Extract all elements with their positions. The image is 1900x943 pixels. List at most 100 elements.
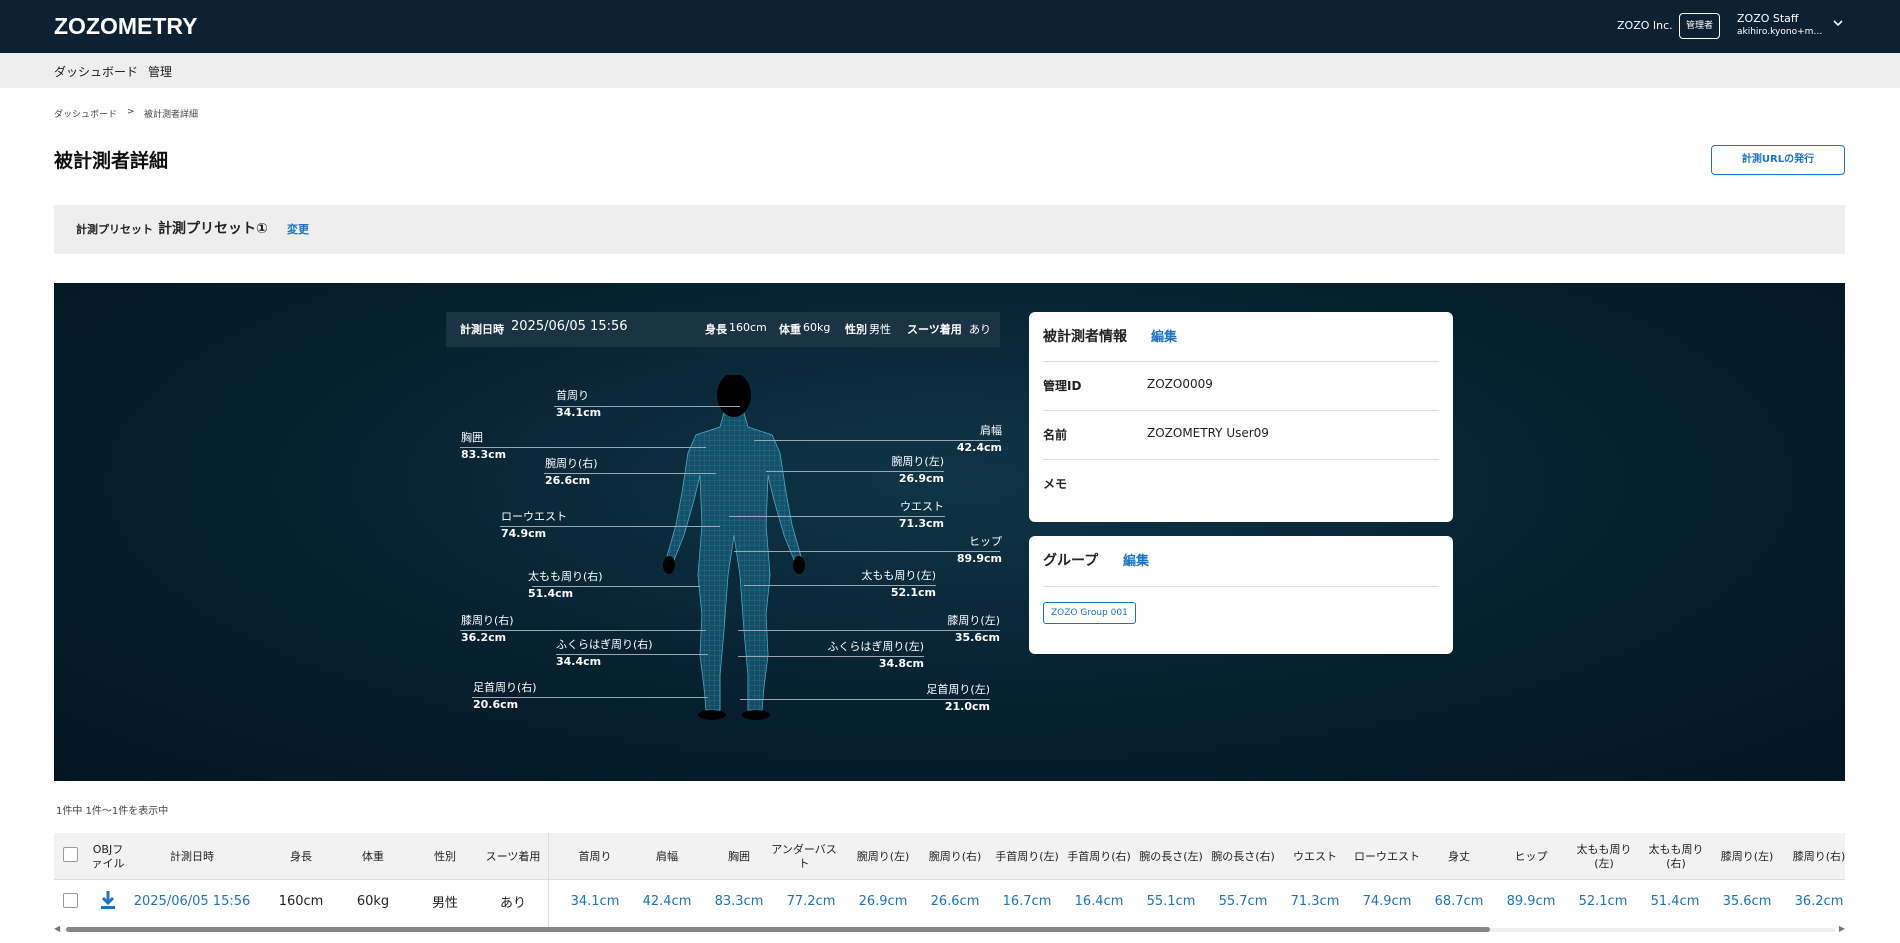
col-hip[interactable]: ヒップ (1495, 833, 1567, 880)
page-title: 被計測者詳細 (54, 150, 169, 172)
cell-weight: 60kg (356, 893, 390, 909)
cell-arm-r[interactable]: 26.6cm (919, 891, 991, 911)
label-knee-r: 膝周り(右) 36.2cm (461, 614, 514, 644)
cell-knee-l[interactable]: 35.6cm (1711, 891, 1783, 911)
col-weight[interactable]: 体重 (333, 833, 413, 880)
table-scrollbar[interactable]: ◀ ▶ (54, 924, 1845, 934)
cell-body-length[interactable]: 68.7cm (1423, 891, 1495, 911)
label-neck: 首周り 34.1cm (556, 389, 602, 419)
cell-shoulder[interactable]: 42.4cm (631, 891, 703, 911)
subject-info-card: 被計測者情報 編集 管理ID ZOZO0009 名前 ZOZOMETRY Use… (1029, 312, 1453, 522)
cell-arm-l[interactable]: 26.9cm (847, 891, 919, 911)
cell-date[interactable]: 2025/06/05 15:56 (134, 891, 251, 911)
divider (1043, 586, 1439, 587)
col-armlen-l[interactable]: 腕の長さ(左) (1135, 833, 1207, 880)
user-name[interactable]: ZOZO Staff (1737, 12, 1799, 25)
col-wrist-r[interactable]: 手首周り(右) (1063, 833, 1135, 880)
preset-change-link[interactable]: 変更 (287, 221, 309, 237)
preset-bar: 計測プリセット 計測プリセット① 変更 (54, 205, 1845, 254)
measurement-table: OBJファイル 計測日時 身長 体重 性別 スーツ着用 首周り 肩幅 胸囲 アン… (54, 833, 1845, 928)
col-body-length[interactable]: 身丈 (1423, 833, 1495, 880)
col-knee-r[interactable]: 膝周り(右) (1783, 833, 1845, 880)
label-arm-l: 腕周り(左) 26.9cm (891, 455, 944, 485)
weight-label: 体重 (779, 323, 801, 336)
table-header: OBJファイル 計測日時 身長 体重 性別 スーツ着用 首周り 肩幅 胸囲 アン… (54, 833, 1845, 880)
issue-url-button[interactable]: 計測URLの発行 (1711, 145, 1845, 175)
cell-suit: あり (499, 895, 526, 911)
role-badge: 管理者 (1679, 13, 1721, 39)
cell-underbust[interactable]: 77.2cm (775, 891, 847, 911)
group-card: グループ 編集 ZOZO Group 001 (1029, 536, 1453, 654)
app-logo[interactable]: ZOZOMETRY (54, 13, 198, 40)
preset-value: 計測プリセット① (158, 221, 268, 237)
column-divider (548, 833, 549, 928)
scroll-right-icon[interactable]: ▶ (1839, 924, 1845, 933)
date-label: 計測日時 (460, 323, 504, 336)
cell-low-waist[interactable]: 74.9cm (1351, 891, 1423, 911)
cell-chest[interactable]: 83.3cm (703, 891, 775, 911)
download-icon[interactable] (99, 890, 117, 914)
group-edit-link[interactable]: 編集 (1123, 550, 1149, 569)
org-name: ZOZO Inc. (1617, 19, 1673, 32)
col-armlen-r[interactable]: 腕の長さ(右) (1207, 833, 1279, 880)
measurement-header: 計測日時 2025/06/05 15:56 身長 160cm 体重 60kg 性… (446, 312, 1000, 347)
cell-thigh-l[interactable]: 52.1cm (1567, 891, 1639, 911)
chevron-down-icon[interactable] (1832, 17, 1844, 32)
select-all-checkbox[interactable] (63, 847, 78, 862)
cell-armlen-r[interactable]: 55.7cm (1207, 891, 1279, 911)
scroll-left-icon[interactable]: ◀ (54, 924, 60, 933)
label-ankle-r: 足首周り(右) 20.6cm (473, 681, 537, 711)
cell-wrist-r[interactable]: 16.4cm (1063, 891, 1135, 911)
label-arm-r: 腕周り(右) 26.6cm (545, 457, 598, 487)
subject-info-edit-link[interactable]: 編集 (1151, 326, 1177, 345)
divider (1043, 410, 1439, 411)
group-title: グループ (1043, 553, 1099, 569)
nav-item-admin[interactable]: 管理 (148, 63, 172, 80)
subject-info-title: 被計測者情報 (1043, 329, 1127, 345)
cell-wrist-l[interactable]: 16.7cm (991, 891, 1063, 911)
col-thigh-l[interactable]: 太もも周り(左) (1573, 833, 1635, 880)
cell-hip[interactable]: 89.9cm (1495, 891, 1567, 911)
top-bar: ZOZOMETRY ZOZO Inc. 管理者 ZOZO Staff akihi… (0, 0, 1900, 53)
date-value: 2025/06/05 15:56 (511, 319, 628, 334)
gender-label: 性別 (845, 323, 867, 336)
id-label: 管理ID (1043, 379, 1082, 393)
col-low-waist[interactable]: ローウエスト (1351, 833, 1423, 880)
col-arm-r[interactable]: 腕周り(右) (919, 833, 991, 880)
label-waist: ウエスト 71.3cm (898, 500, 944, 530)
col-obj[interactable]: OBJファイル (88, 833, 128, 880)
col-arm-l[interactable]: 腕周り(左) (847, 833, 919, 880)
user-email[interactable]: akihiro.kyono+m… (1737, 27, 1827, 37)
col-neck[interactable]: 首周り (559, 833, 631, 880)
cell-thigh-r[interactable]: 51.4cm (1639, 891, 1711, 911)
cell-neck[interactable]: 34.1cm (559, 891, 631, 911)
breadcrumb-dashboard[interactable]: ダッシュボード (54, 107, 117, 120)
nav-item-dashboard[interactable]: ダッシュボード (54, 63, 138, 80)
label-ankle-l: 足首周り(左) 21.0cm (926, 683, 990, 713)
label-hip: ヒップ 89.9cm (956, 535, 1002, 565)
cell-armlen-l[interactable]: 55.1cm (1135, 891, 1207, 911)
preset-label: 計測プリセット (76, 223, 153, 236)
col-date[interactable]: 計測日時 (134, 833, 250, 880)
scroll-thumb[interactable] (66, 927, 1490, 932)
memo-label: メモ (1043, 477, 1068, 491)
cell-waist[interactable]: 71.3cm (1279, 891, 1351, 911)
id-value: ZOZO0009 (1147, 377, 1213, 391)
label-chest: 胸囲 83.3cm (461, 431, 507, 461)
divider (1043, 459, 1439, 460)
measurement-panel: 計測日時 2025/06/05 15:56 身長 160cm 体重 60kg 性… (54, 283, 1845, 781)
col-waist[interactable]: ウエスト (1279, 833, 1351, 880)
col-chest[interactable]: 胸囲 (703, 833, 775, 880)
divider (1043, 361, 1439, 362)
col-height[interactable]: 身長 (261, 833, 341, 880)
body-model-image[interactable] (644, 375, 824, 730)
cell-knee-r[interactable]: 36.2cm (1783, 891, 1845, 911)
group-tag[interactable]: ZOZO Group 001 (1043, 602, 1136, 624)
row-checkbox[interactable] (63, 893, 78, 908)
col-wrist-l[interactable]: 手首周り(左) (991, 833, 1063, 880)
col-thigh-r[interactable]: 太もも周り(右) (1645, 833, 1707, 880)
col-knee-l[interactable]: 膝周り(左) (1711, 833, 1783, 880)
col-underbust[interactable]: アンダーバスト (768, 833, 840, 880)
col-suit[interactable]: スーツ着用 (473, 833, 553, 880)
col-shoulder[interactable]: 肩幅 (631, 833, 703, 880)
